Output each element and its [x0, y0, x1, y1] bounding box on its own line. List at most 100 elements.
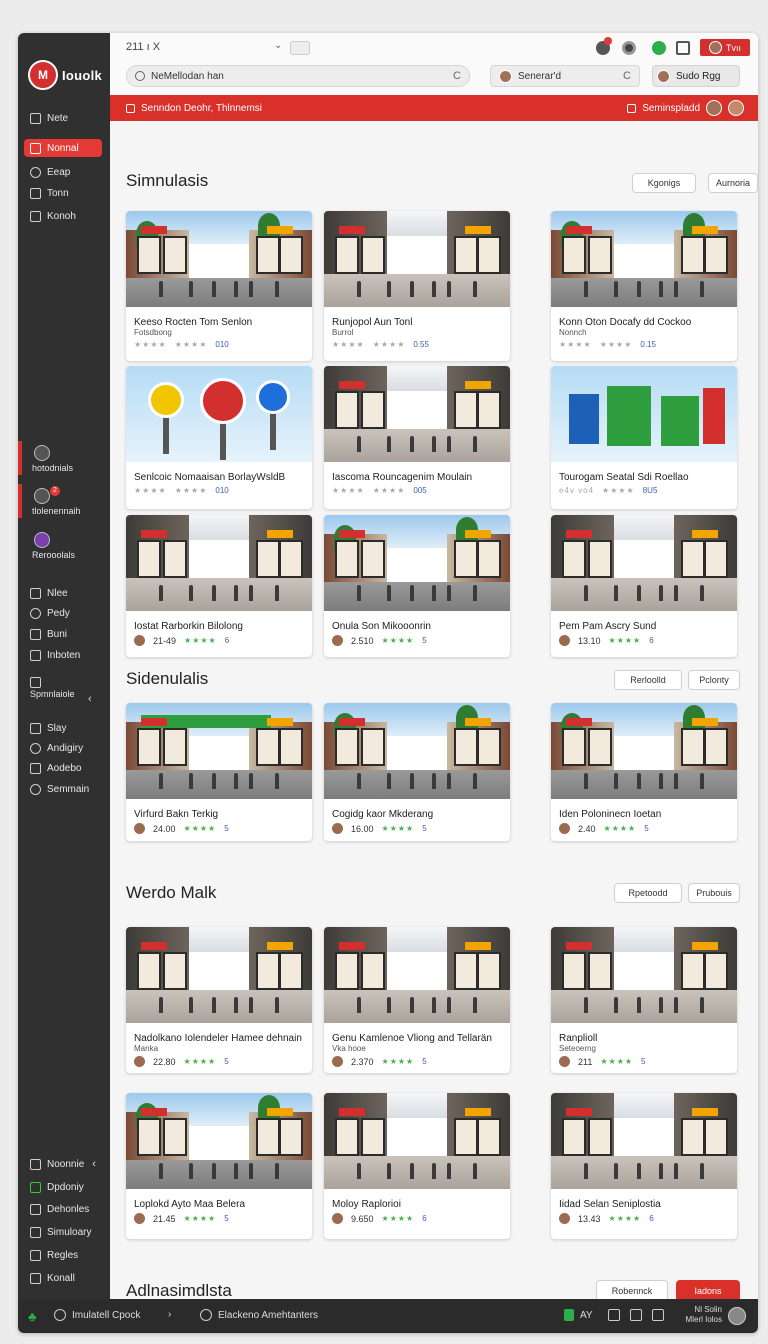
rating-value: 5: [422, 1057, 427, 1066]
rating-value: 6: [649, 1214, 654, 1223]
sidebar-item-aodebo[interactable]: Aodebo: [24, 759, 102, 777]
card-thumbnail[interactable]: [324, 703, 510, 799]
refresh-icon[interactable]: C: [623, 70, 631, 82]
card-thumbnail[interactable]: [551, 366, 737, 462]
card-thumbnail[interactable]: [324, 515, 510, 611]
sidebar-item-inboten[interactable]: Inboten: [24, 646, 102, 664]
secondary-search[interactable]: Senerar'd C: [490, 65, 640, 87]
sidebar-item-andigiry[interactable]: Andigiry: [24, 739, 102, 757]
sidebar-item-nete[interactable]: Nete: [24, 109, 102, 127]
card-meta: 13.43 ★★★★ 6: [551, 1210, 737, 1232]
mall-card[interactable]: Cogidg kaor Mkderang 16.00 ★★★★ 5: [324, 703, 510, 841]
search-bar[interactable]: C: [126, 65, 470, 87]
sidebar-item-tonn[interactable]: Tonn: [24, 184, 102, 202]
simulator-clock[interactable]: Imulatell Cpock: [54, 1309, 140, 1321]
avatar[interactable]: [706, 100, 722, 116]
app-logo[interactable]: M Iouolk: [28, 60, 102, 90]
user-menu-button[interactable]: Tvıı: [700, 39, 750, 56]
sidebar-item-konall[interactable]: Konall: [24, 1269, 102, 1287]
rating-value: 5: [641, 1057, 646, 1066]
channel-item[interactable]: 2 tlolenennaih: [18, 484, 110, 518]
card-thumbnail[interactable]: [126, 366, 312, 462]
mall-card[interactable]: Pem Pam Ascry Sund 13.10 ★★★★ 6: [551, 515, 737, 657]
mall-card[interactable]: Iascoma Rouncagenim Moulain ★★★★ ★★★★ 005: [324, 366, 510, 509]
section-filter-button[interactable]: Rerloolld: [614, 670, 682, 690]
chevron-down-icon[interactable]: ⌄: [274, 40, 282, 51]
chevron-left-icon[interactable]: ‹: [88, 693, 92, 705]
card-thumbnail[interactable]: [551, 927, 737, 1023]
mall-card[interactable]: Iidad Selan Seniplostia 13.43 ★★★★ 6: [551, 1093, 737, 1239]
card-thumbnail[interactable]: [324, 927, 510, 1023]
refresh-icon[interactable]: C: [453, 70, 461, 82]
monitor-icon[interactable]: [630, 1309, 642, 1321]
mall-card[interactable]: Konn Oton Docafy dd Cockoo Nonnch ★★★★ ★★★★…: [551, 211, 737, 361]
sidebar-item-slay[interactable]: Slay: [24, 719, 102, 737]
mall-card[interactable]: Senlcoic Nomaaisan BorlayWsldB ★★★★ ★★★★ 01…: [126, 366, 312, 509]
user-profile-pill[interactable]: Sudo Rgg: [652, 65, 740, 87]
channel-item[interactable]: Rerooolals: [18, 528, 110, 562]
card-thumbnail[interactable]: [126, 1093, 312, 1189]
tab-title[interactable]: 211 ı X: [126, 41, 160, 53]
new-tab-button[interactable]: [290, 41, 310, 55]
mall-card[interactable]: Virfurd Bakn Terkig 24.00 ★★★★ 5: [126, 703, 312, 841]
card-thumbnail[interactable]: [324, 211, 510, 307]
sidebar-item-nonnal[interactable]: Nonnal: [24, 139, 102, 157]
card-thumbnail[interactable]: [551, 211, 737, 307]
mall-card[interactable]: Onula Son Mikooonrin 2.510 ★★★★ 5: [324, 515, 510, 657]
mall-card[interactable]: Runjopol Aun Tonl Burrol ★★★★ ★★★★ 0.55: [324, 211, 510, 361]
card-thumbnail[interactable]: [324, 1093, 510, 1189]
card-thumbnail[interactable]: [324, 366, 510, 462]
card-meta: ★★★★ ★★★★ 0.15: [551, 337, 737, 357]
search-input[interactable]: [151, 70, 385, 82]
chevron-right-icon[interactable]: ›: [168, 1309, 171, 1320]
sidebar-item-dehonles[interactable]: Dehonles: [24, 1200, 102, 1218]
section-filter-button[interactable]: Pclonty: [688, 670, 740, 690]
mall-card[interactable]: Tourogam Seatal Sdi Roellao e4v vo4 ★★★★ 8U…: [551, 366, 737, 509]
sidebar-item-buni[interactable]: Buni: [24, 625, 102, 643]
card-thumbnail[interactable]: [551, 515, 737, 611]
status-indicator[interactable]: AY: [564, 1309, 593, 1321]
section-filter-button[interactable]: Prubouis: [688, 883, 740, 903]
sidebar-item-regles[interactable]: Regles: [24, 1246, 102, 1264]
mall-card[interactable]: Iostat Rarborkin Bilolong 21-49 ★★★★ 6: [126, 515, 312, 657]
mall-card[interactable]: Nadolkano Iolendeler Hamee dehnain Manka 2…: [126, 927, 312, 1073]
card-thumbnail[interactable]: [551, 703, 737, 799]
mall-card[interactable]: Genu Kamlenoe Vliong and Tellarän Vka hoo…: [324, 927, 510, 1073]
card-thumbnail[interactable]: [126, 211, 312, 307]
channel-item[interactable]: hotodnials: [18, 441, 110, 475]
sidebar-item-eeap[interactable]: Eeap: [24, 163, 102, 181]
status-icon[interactable]: [652, 41, 666, 55]
sidebar-item-dpdoniy[interactable]: Dpdoniy: [24, 1178, 102, 1196]
card-thumbnail[interactable]: [126, 703, 312, 799]
bottom-search[interactable]: Elackeno Amehtanters: [200, 1309, 318, 1321]
sidebar-item-nlee[interactable]: Nlee: [24, 584, 102, 602]
sidebar-item-simuloary[interactable]: Simuloary: [24, 1223, 102, 1241]
mall-card[interactable]: Keeso Rocten Tom Senlon Fotsdbong ★★★★ ★★★★…: [126, 211, 312, 361]
record-icon[interactable]: [622, 41, 636, 55]
mall-card[interactable]: Loplokd Ayto Maa Belera 21.45 ★★★★ 5: [126, 1093, 312, 1239]
sidebar-item-noonnie[interactable]: Noonnie ‹: [24, 1155, 102, 1173]
window-icon[interactable]: [652, 1309, 664, 1321]
card-thumbnail[interactable]: [551, 1093, 737, 1189]
card-thumbnail[interactable]: [126, 515, 312, 611]
storefront-window: [476, 1117, 501, 1157]
clover-icon[interactable]: ♣: [28, 1309, 37, 1324]
calendar-icon[interactable]: [676, 41, 690, 55]
sidebar-item-pedy[interactable]: Pedy: [24, 604, 102, 622]
avatar[interactable]: [728, 100, 744, 116]
card-meta: ★★★★ ★★★★ 010: [126, 337, 312, 357]
section-filter-button[interactable]: Kgonigs: [632, 173, 696, 193]
section-filter-button[interactable]: Aurnoria: [708, 173, 758, 193]
mail-icon[interactable]: [608, 1309, 620, 1321]
avatar[interactable]: [728, 1307, 746, 1325]
card-thumbnail[interactable]: [126, 927, 312, 1023]
avatar: [709, 41, 722, 54]
mall-card[interactable]: Moloy Raplorioi 9.650 ★★★★ 6: [324, 1093, 510, 1239]
sidebar-item-semmain[interactable]: Semmain: [24, 780, 102, 798]
mall-card[interactable]: Ranplioll Seteoerng 211 ★★★★ 5: [551, 927, 737, 1073]
banner-link[interactable]: Seminspladd: [642, 103, 700, 114]
sidebar-item-konoh[interactable]: Konoh: [24, 207, 102, 225]
mall-card[interactable]: Iden Poloninecn Ioetan 2.40 ★★★★ 5: [551, 703, 737, 841]
section-filter-button[interactable]: Rpetoodd: [614, 883, 682, 903]
banner-text: Senndon Deohr, Thlnnemsi: [141, 102, 263, 114]
